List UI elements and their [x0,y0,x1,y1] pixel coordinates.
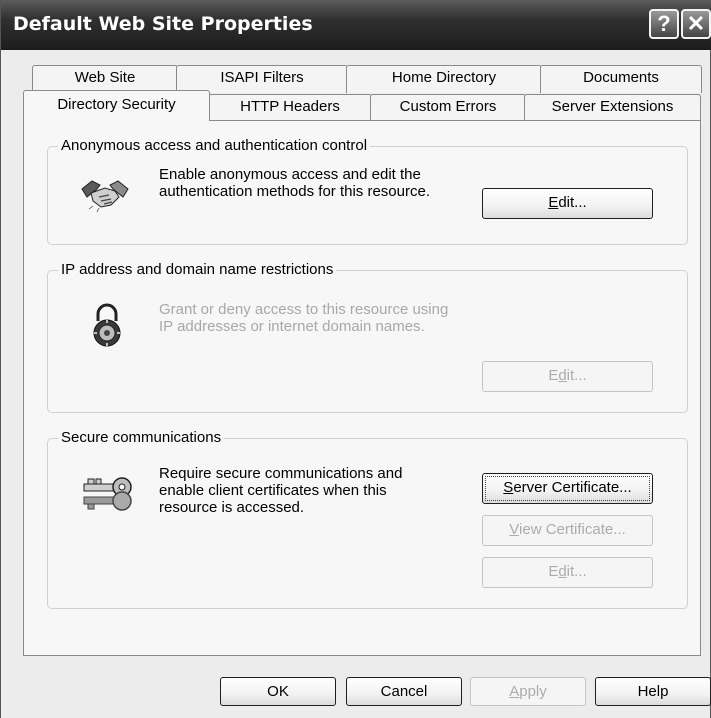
tab-custom-errors[interactable]: Custom Errors [370,94,526,121]
window-title: Default Web Site Properties [13,13,313,35]
server-certificate-button[interactable]: Server Certificate... [482,473,653,504]
anonymous-access-legend: Anonymous access and authentication cont… [58,137,371,155]
anonymous-access-description: Enable anonymous access and edit the aut… [159,166,430,200]
tab-documents[interactable]: Documents [540,65,702,93]
directory-security-panel: Anonymous access and authentication cont… [23,120,701,656]
ip-restrictions-description: Grant or deny access to this resource us… [159,301,449,335]
ok-button[interactable]: OK [220,677,336,706]
secure-communications-group: Secure communications Require secure com… [47,429,688,609]
ip-restrictions-legend: IP address and domain name restrictions [58,261,337,279]
tab-server-extensions[interactable]: Server Extensions [524,94,701,121]
padlock-icon [93,303,121,347]
tab-isapi-filters[interactable]: ISAPI Filters [176,65,348,93]
title-bar[interactable]: Default Web Site Properties ? ✕ [1,0,711,50]
ip-edit-button[interactable]: Edit... [482,361,653,392]
help-button[interactable]: Help [595,677,711,706]
close-title-button[interactable]: ✕ [681,9,711,39]
tab-web-site[interactable]: Web Site [32,65,178,93]
key-icon [83,477,132,511]
secure-edit-button[interactable]: Edit... [482,557,653,588]
secure-communications-description: Require secure communications and enable… [159,465,403,516]
anonymous-edit-button[interactable]: Edit... [482,188,653,219]
tab-http-headers[interactable]: HTTP Headers [208,94,372,121]
tab-directory-security[interactable]: Directory Security [23,90,210,121]
cancel-button[interactable]: Cancel [346,677,462,706]
anonymous-access-group: Anonymous access and authentication cont… [47,137,688,245]
properties-dialog: Default Web Site Properties ? ✕ Web Site… [0,0,711,718]
ip-restrictions-group: IP address and domain name restrictions … [47,261,688,413]
apply-button[interactable]: Apply [470,677,586,706]
secure-communications-legend: Secure communications [58,429,225,447]
tab-home-directory[interactable]: Home Directory [346,65,542,93]
handshake-icon [81,180,129,213]
help-title-button[interactable]: ? [649,9,679,39]
view-certificate-button[interactable]: View Certificate... [482,515,653,546]
